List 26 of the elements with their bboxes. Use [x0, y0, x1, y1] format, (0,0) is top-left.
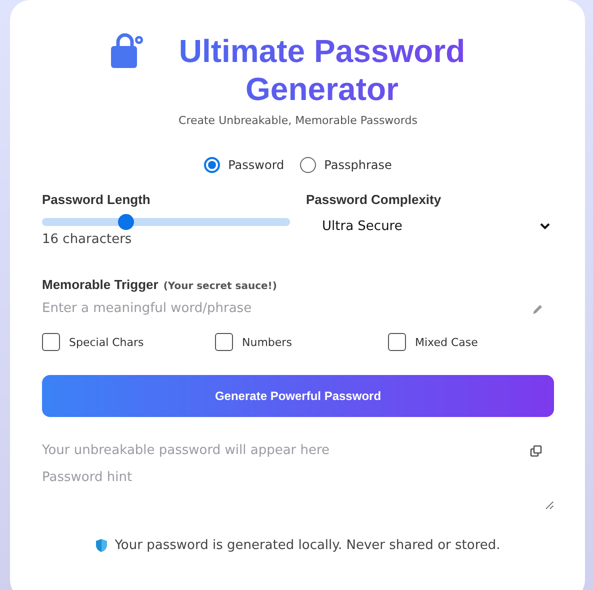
hint-field[interactable]: Password hint [42, 470, 554, 510]
checkbox[interactable] [215, 333, 233, 351]
pencil-icon [532, 302, 544, 314]
checkbox[interactable] [42, 333, 60, 351]
checkbox-label: Special Chars [69, 336, 144, 348]
trigger-note: (Your secret sauce!) [163, 281, 277, 292]
checkbox-label: Numbers [242, 336, 292, 348]
trigger-field[interactable]: Enter a meaningful word/phrase [42, 301, 532, 316]
generate-button[interactable]: Generate Powerful Password [42, 375, 554, 417]
checkbox[interactable] [388, 333, 406, 351]
lock-icon [109, 32, 145, 68]
complexity-label: Password Complexity [306, 192, 442, 207]
mode-radio[interactable]: Password [204, 157, 284, 173]
copy-icon[interactable] [530, 444, 542, 456]
chevron-icon [540, 223, 550, 230]
password-output[interactable]: Your unbreakable password will appear here [42, 443, 530, 458]
privacy-note: Your password is generated locally. Never shared or stored. [114, 538, 500, 553]
mode-radio[interactable]: Passphrase [300, 157, 392, 173]
trigger-label: Memorable Trigger [42, 277, 158, 292]
shield-icon [96, 539, 107, 552]
length-reading: 16 characters [42, 232, 133, 247]
slider-thumb[interactable] [118, 214, 134, 230]
complexity-select[interactable]: Ultra Secure [306, 207, 554, 234]
length-label: Password Length [42, 192, 152, 207]
checkbox-label: Mixed Case [415, 336, 478, 348]
subtitle: Create Unbreakable, Memorable Passwords [178, 114, 418, 127]
